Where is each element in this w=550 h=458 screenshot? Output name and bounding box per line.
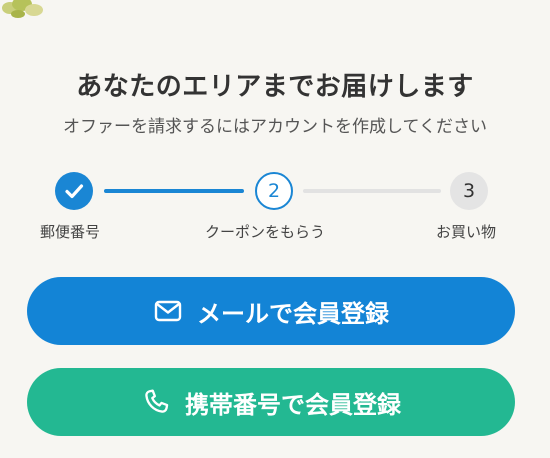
step-2-active: 2 [255,172,293,210]
step-connector-completed [104,189,244,193]
progress-stepper: 2 3 郵便番号 クーポンをもらう お買い物 [0,170,550,250]
step-2-label: クーポンをもらう [205,223,326,241]
email-signup-label: メールで会員登録 [197,299,389,328]
step-1-completed [55,172,93,210]
step-connector-pending [303,189,441,193]
page-title: あなたのエリアまでお届けします [76,72,474,102]
checkmark-icon [65,184,84,199]
leaf-decoration-icon [2,0,43,18]
mail-icon [153,296,183,326]
step-3-number: 3 [462,180,476,202]
step-3-label: お買い物 [436,223,497,241]
step-1-label: 郵便番号 [40,223,101,241]
step-3-pending: 3 [450,172,488,210]
email-signup-button[interactable]: メールで会員登録 [27,277,515,345]
step-2-number: 2 [267,180,281,202]
phone-signup-label: 携帯番号で会員登録 [185,390,401,419]
phone-signup-button[interactable]: 携帯番号で会員登録 [27,368,515,436]
signup-page: あなたのエリアまでお届けします オファーを請求するにはアカウントを作成してくださ… [0,0,550,458]
page-subtitle: オファーを請求するにはアカウントを作成してください [63,117,487,137]
phone-icon [141,387,171,417]
